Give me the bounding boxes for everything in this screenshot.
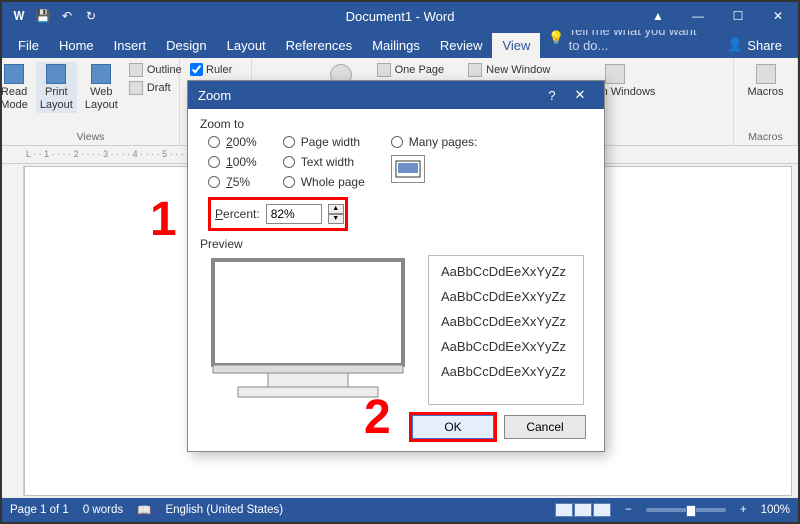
macros-group-label: Macros xyxy=(748,129,782,143)
preview-label: Preview xyxy=(200,237,592,251)
page-width-radio[interactable]: Page width xyxy=(283,135,365,149)
outline-button[interactable]: Outline xyxy=(126,62,185,78)
status-words[interactable]: 0 words xyxy=(83,504,123,516)
draft-button[interactable]: Draft xyxy=(126,80,185,96)
dialog-help-button[interactable]: ? xyxy=(538,88,566,103)
tab-design[interactable]: Design xyxy=(156,33,216,58)
vertical-ruler[interactable] xyxy=(2,166,24,496)
ribbon-options-button[interactable]: ▲ xyxy=(638,2,678,30)
zoom-75-radio[interactable]: 75% xyxy=(208,175,257,189)
zoom-in-button[interactable]: + xyxy=(740,504,747,516)
cancel-button[interactable]: Cancel xyxy=(504,415,586,439)
print-layout-icon[interactable] xyxy=(574,503,592,517)
many-pages-picker[interactable] xyxy=(391,155,425,183)
read-mode-icon[interactable] xyxy=(555,503,573,517)
percent-spin-down[interactable]: ▼ xyxy=(328,214,344,224)
minimize-button[interactable]: — xyxy=(678,2,718,30)
zoom-100-radio[interactable]: 100% xyxy=(208,155,257,169)
ok-button[interactable]: OK xyxy=(412,415,494,439)
annotation-2: 2 xyxy=(364,390,391,445)
new-window-button[interactable]: New Window xyxy=(465,62,553,78)
window-title: Document1 - Word xyxy=(346,9,455,24)
whole-page-radio[interactable]: Whole page xyxy=(283,175,365,189)
percent-input[interactable] xyxy=(266,204,322,224)
tab-review[interactable]: Review xyxy=(430,33,493,58)
web-layout-icon[interactable] xyxy=(593,503,611,517)
status-language[interactable]: English (United States) xyxy=(165,504,283,516)
dialog-title: Zoom xyxy=(198,88,231,103)
tab-home[interactable]: Home xyxy=(49,33,104,58)
preview-monitor xyxy=(208,255,408,405)
ruler-checkbox[interactable]: Ruler xyxy=(188,62,234,77)
save-button[interactable]: 💾 xyxy=(34,7,52,25)
dialog-close-button[interactable]: ✕ xyxy=(566,87,594,103)
percent-spin-up[interactable]: ▲ xyxy=(328,204,344,214)
status-page[interactable]: Page 1 of 1 xyxy=(10,504,69,516)
tab-layout[interactable]: Layout xyxy=(217,33,276,58)
ribbon-tabs: File Home Insert Design Layout Reference… xyxy=(2,30,798,58)
maximize-button[interactable]: ☐ xyxy=(718,2,758,30)
tab-references[interactable]: References xyxy=(276,33,362,58)
preview-text: AaBbCcDdEeXxYyZz AaBbCcDdEeXxYyZz AaBbCc… xyxy=(428,255,584,405)
zoom-200-radio[interactable]: 2200%00% xyxy=(208,135,257,149)
zoom-dialog: Zoom ? ✕ Zoom to 2200%00% 100% 75% Page … xyxy=(187,80,605,452)
tab-view[interactable]: View xyxy=(492,33,540,58)
many-pages-radio[interactable]: Many pages: xyxy=(391,135,478,149)
views-group-label: Views xyxy=(77,129,105,143)
share-icon: 👤 xyxy=(727,37,743,53)
zoom-level[interactable]: 100% xyxy=(761,504,790,516)
undo-button[interactable]: ↶ xyxy=(58,7,76,25)
web-layout-button[interactable]: Web Layout xyxy=(81,62,122,113)
share-button[interactable]: 👤Share xyxy=(717,32,792,58)
title-bar: 𝐖 💾 ↶ ↻ Document1 - Word ▲ — ☐ ✕ xyxy=(2,2,798,30)
zoom-to-label: Zoom to xyxy=(200,117,592,131)
zoom-slider[interactable] xyxy=(646,508,726,512)
one-page-button[interactable]: One Page xyxy=(374,62,448,78)
close-button[interactable]: ✕ xyxy=(758,2,798,30)
read-mode-button[interactable]: Read Mode xyxy=(0,62,32,113)
tab-file[interactable]: File xyxy=(8,33,49,58)
tab-insert[interactable]: Insert xyxy=(104,33,157,58)
dialog-title-bar[interactable]: Zoom ? ✕ xyxy=(188,81,604,109)
macros-button[interactable]: Macros xyxy=(743,62,787,101)
bulb-icon: 💡 xyxy=(548,30,564,46)
text-width-radio[interactable]: Text width xyxy=(283,155,365,169)
percent-label: Percent: xyxy=(215,207,260,221)
view-mode-switcher[interactable] xyxy=(555,503,611,517)
annotation-1: 1 xyxy=(150,192,177,247)
tab-mailings[interactable]: Mailings xyxy=(362,33,430,58)
status-spellcheck[interactable]: 📖 xyxy=(137,503,151,517)
word-icon: 𝐖 xyxy=(10,7,28,25)
print-layout-button[interactable]: Print Layout xyxy=(36,62,77,113)
redo-button[interactable]: ↻ xyxy=(82,7,100,25)
zoom-out-button[interactable]: − xyxy=(625,504,632,516)
status-bar: Page 1 of 1 0 words 📖 English (United St… xyxy=(2,498,798,522)
